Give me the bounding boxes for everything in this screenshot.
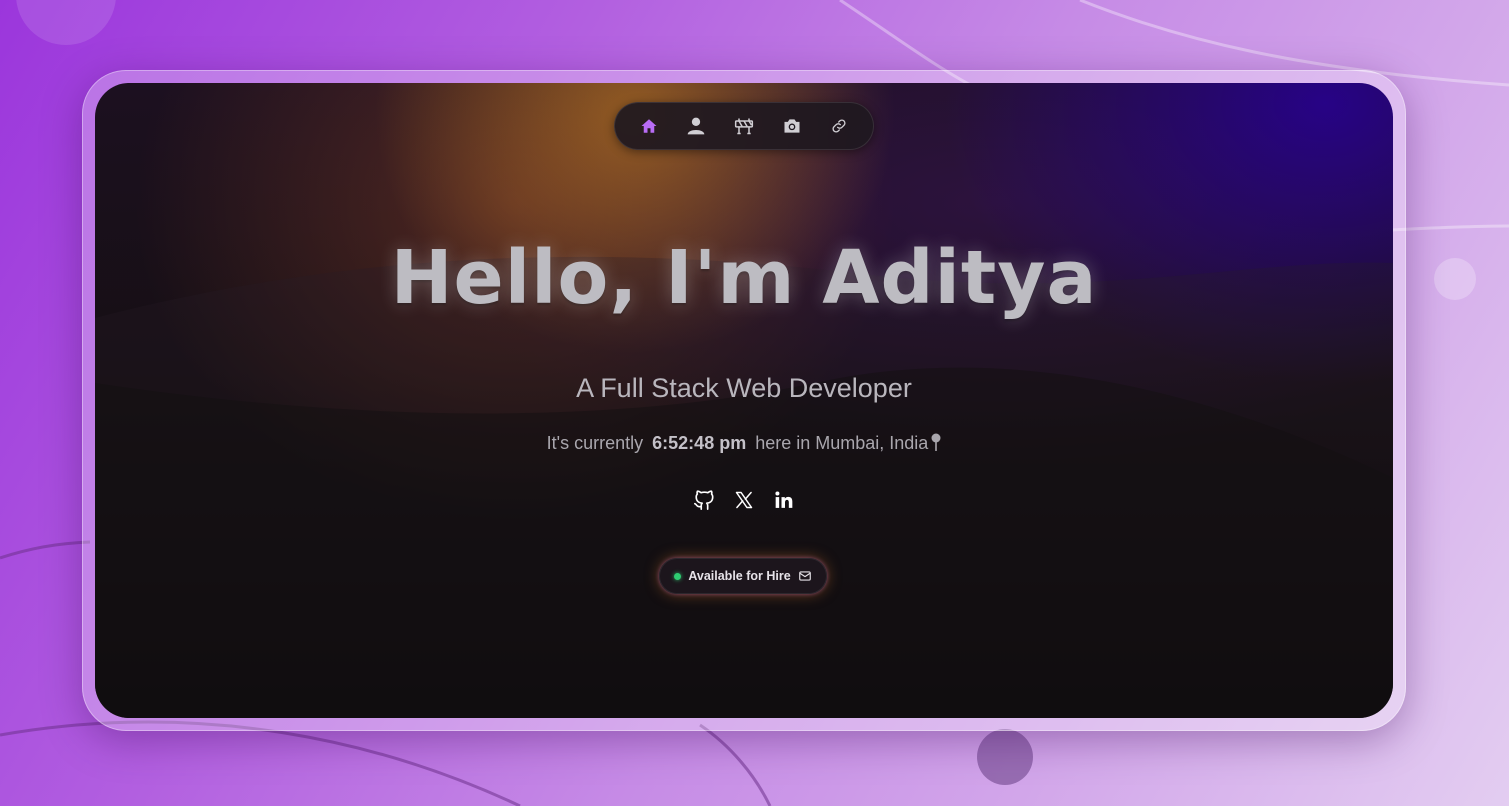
nav-about[interactable] bbox=[676, 106, 716, 146]
nav-gallery[interactable] bbox=[772, 106, 812, 146]
hero-title: Hello, I'm Aditya bbox=[390, 235, 1098, 321]
pin-icon bbox=[931, 433, 941, 456]
github-icon bbox=[694, 490, 714, 510]
hero-subtitle: A Full Stack Web Developer bbox=[576, 373, 912, 403]
linkedin-icon bbox=[775, 491, 793, 508]
mail-icon bbox=[798, 571, 811, 581]
nav-links[interactable] bbox=[819, 106, 859, 146]
home-icon bbox=[641, 119, 657, 133]
x-icon bbox=[735, 491, 753, 509]
available-for-hire-button[interactable]: Available for Hire bbox=[659, 558, 827, 594]
hire-label: Available for Hire bbox=[688, 569, 791, 583]
top-navbar bbox=[614, 102, 874, 150]
github-link[interactable] bbox=[693, 485, 715, 515]
time-location: here in Mumbai, India bbox=[755, 433, 929, 453]
status-dot bbox=[674, 572, 682, 580]
time-prefix: It's currently bbox=[546, 433, 644, 453]
x-link[interactable] bbox=[733, 485, 755, 515]
linkedin-link[interactable] bbox=[773, 485, 795, 515]
link-icon bbox=[832, 119, 846, 133]
user-icon bbox=[688, 117, 705, 135]
current-time: 6:52:48 pm bbox=[652, 433, 747, 453]
roadblock-icon bbox=[734, 118, 754, 135]
local-time-line: It's currently 6:52:48 pm here in Mumbai… bbox=[95, 433, 1393, 456]
nav-home[interactable] bbox=[629, 106, 669, 146]
camera-icon bbox=[784, 119, 800, 133]
social-links bbox=[95, 485, 1393, 515]
hero-section: Hello, I'm Aditya A Full Stack Web Devel… bbox=[95, 83, 1393, 718]
nav-projects[interactable] bbox=[724, 106, 764, 146]
